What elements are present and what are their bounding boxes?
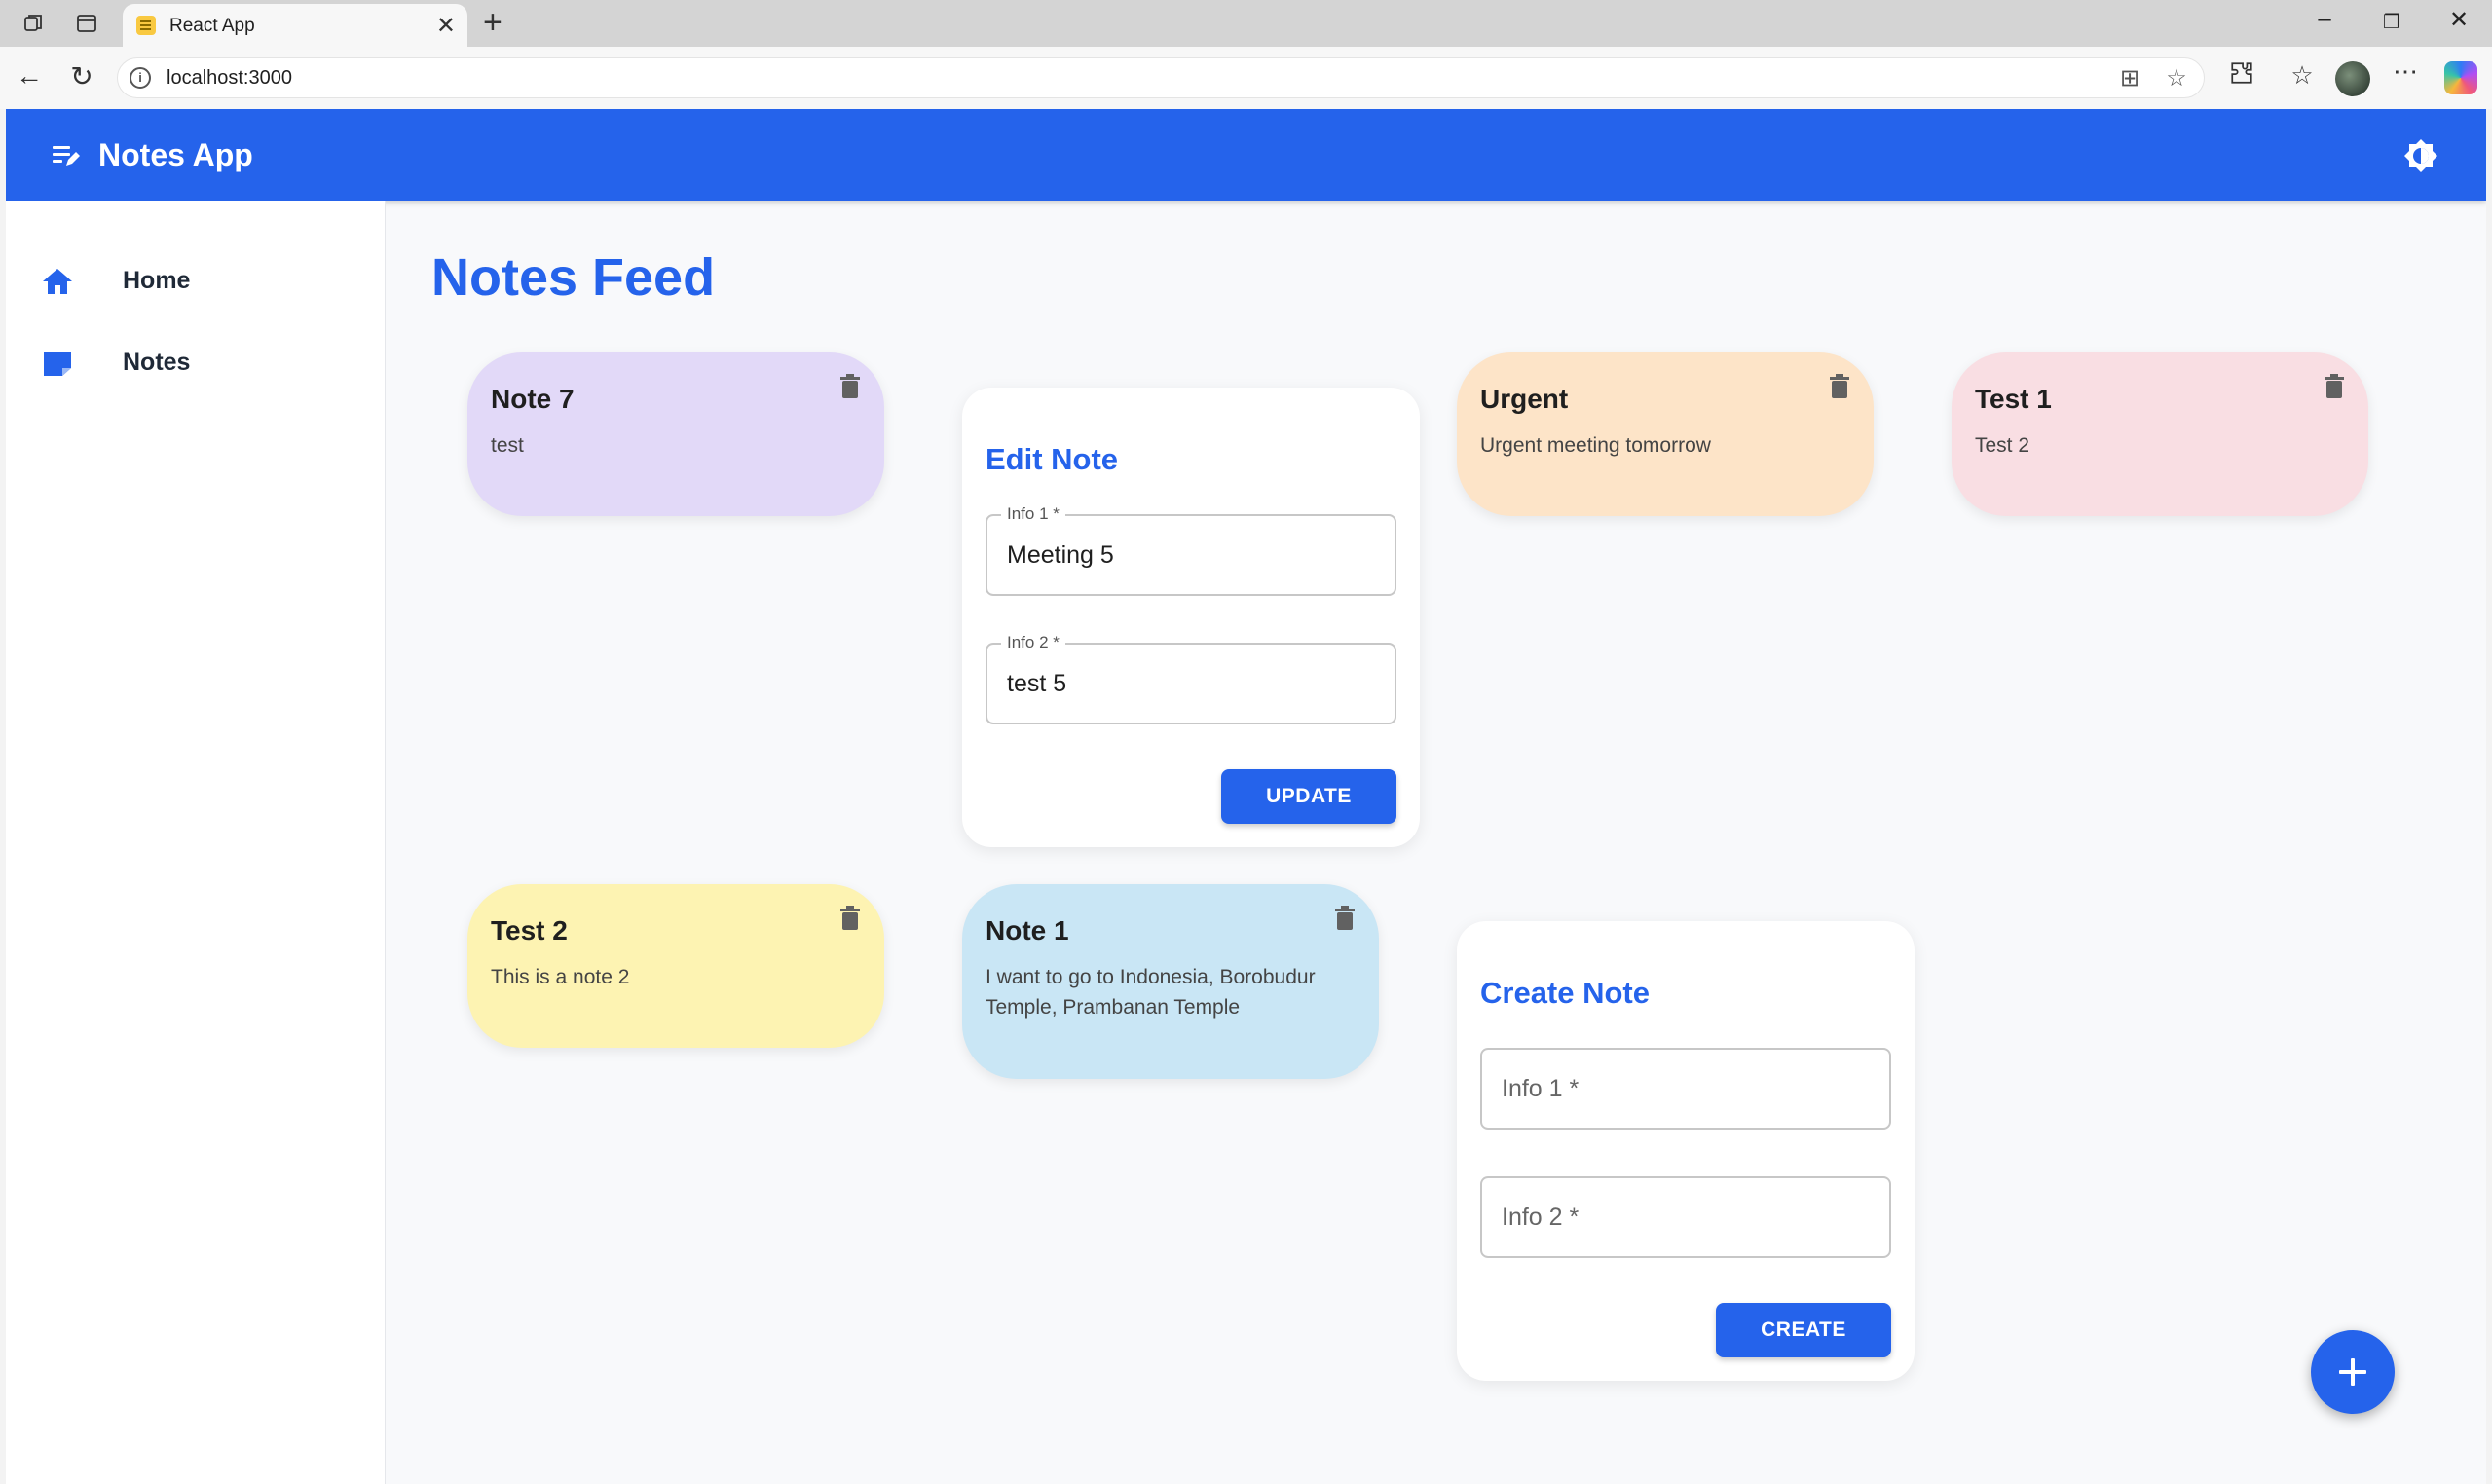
url-text[interactable]: localhost:3000 xyxy=(167,67,292,90)
tab-react-app[interactable]: React App ✕ xyxy=(123,4,467,47)
edit-note-title: Edit Note xyxy=(986,442,1119,476)
note-body: test xyxy=(491,434,524,457)
info2-value[interactable]: test 5 xyxy=(1007,670,1066,698)
notes-menu-icon[interactable] xyxy=(51,142,80,169)
create-note-card: Create Note CREATE xyxy=(1457,921,1915,1381)
note-card[interactable]: Note 7 test xyxy=(467,352,884,516)
tab-title: React App xyxy=(169,16,255,36)
app-title: Notes App xyxy=(98,137,253,172)
info2-input[interactable] xyxy=(1482,1178,1889,1256)
refresh-icon[interactable]: ↻ xyxy=(62,60,101,93)
update-button[interactable]: UPDATE xyxy=(1221,769,1396,824)
site-info-icon[interactable]: i xyxy=(130,67,151,89)
sidebar: Home Notes xyxy=(6,201,386,1484)
create-note-title: Create Note xyxy=(1480,976,1650,1010)
address-bar[interactable]: i localhost:3000 ⊞ ☆ xyxy=(117,57,2205,98)
sidebar-item-notes[interactable]: Notes xyxy=(6,329,386,397)
delete-icon[interactable] xyxy=(839,374,861,399)
delete-icon[interactable] xyxy=(1829,374,1850,399)
sidebar-item-label: Notes xyxy=(123,349,191,376)
delete-icon[interactable] xyxy=(2324,374,2345,399)
info1-field[interactable]: Info 1 * Meeting 5 xyxy=(986,504,1396,596)
sidebar-item-home[interactable]: Home xyxy=(6,247,386,315)
info1-input[interactable] xyxy=(1482,1050,1889,1128)
extensions-icon[interactable] xyxy=(2222,60,2261,93)
note-body: Test 2 xyxy=(1975,434,2030,457)
more-options-icon[interactable]: ⋯ xyxy=(2386,56,2425,87)
delete-icon[interactable] xyxy=(1334,906,1356,931)
edit-note-card: Edit Note Info 1 * Meeting 5 Info 2 * te… xyxy=(962,388,1420,847)
close-tab-icon[interactable]: ✕ xyxy=(436,12,456,40)
note-card[interactable]: Note 1 I want to go to Indonesia, Borobu… xyxy=(962,884,1379,1079)
info2-field[interactable]: Info 2 * test 5 xyxy=(986,633,1396,724)
note-body: Urgent meeting tomorrow xyxy=(1480,434,1711,457)
note-title: Test 1 xyxy=(1975,384,2052,414)
info1-label: Info 1 * xyxy=(1001,504,1065,524)
new-tab-icon[interactable]: + xyxy=(483,4,502,42)
create-button[interactable]: CREATE xyxy=(1716,1303,1891,1357)
note-body: I want to go to Indonesia, Borobudur Tem… xyxy=(986,966,1316,1019)
notes-icon xyxy=(41,349,74,378)
delete-icon[interactable] xyxy=(839,906,861,931)
note-title: Note 1 xyxy=(986,915,1069,946)
note-body: This is a note 2 xyxy=(491,966,630,988)
info2-label: Info 2 * xyxy=(1001,633,1065,652)
note-title: Note 7 xyxy=(491,384,575,414)
main-content: Notes Feed Note 7 test Edit Note Info 1 … xyxy=(386,201,2486,1484)
home-icon xyxy=(41,267,74,296)
page-title: Notes Feed xyxy=(431,248,716,307)
note-title: Test 2 xyxy=(491,915,568,946)
profile-avatar[interactable] xyxy=(2335,61,2370,96)
note-card[interactable]: Urgent Urgent meeting tomorrow xyxy=(1457,352,1874,516)
favorite-star-icon[interactable]: ☆ xyxy=(2159,64,2194,93)
notes-app: Notes App Home Notes Notes Feed Note 7 t… xyxy=(6,109,2486,1484)
back-icon[interactable]: ← xyxy=(10,60,49,92)
copilot-icon[interactable] xyxy=(2444,61,2477,94)
app-available-icon[interactable]: ⊞ xyxy=(2112,64,2147,93)
add-note-button[interactable] xyxy=(2311,1330,2395,1414)
restore-icon[interactable]: ❐ xyxy=(2367,10,2416,34)
info2-field[interactable] xyxy=(1480,1176,1891,1258)
app-bar: Notes App xyxy=(6,109,2486,201)
sidebar-item-label: Home xyxy=(123,267,191,294)
browser-toolbar: ← ↻ i localhost:3000 ⊞ ☆ ☆ ⋯ xyxy=(0,47,2492,109)
close-window-icon[interactable]: ✕ xyxy=(2435,6,2483,34)
note-card[interactable]: Test 2 This is a note 2 xyxy=(467,884,884,1048)
favicon-icon xyxy=(136,16,156,35)
minimize-icon[interactable]: – xyxy=(2300,6,2349,33)
plus-icon xyxy=(2339,1358,2366,1386)
info1-field[interactable] xyxy=(1480,1048,1891,1130)
browser-tabstrip: React App ✕ + – ❐ ✕ xyxy=(0,0,2492,47)
note-card[interactable]: Test 1 Test 2 xyxy=(1952,352,2368,516)
favorites-icon[interactable]: ☆ xyxy=(2283,60,2322,91)
brightness-icon[interactable] xyxy=(2401,136,2440,175)
info1-value[interactable]: Meeting 5 xyxy=(1007,541,1114,570)
note-title: Urgent xyxy=(1480,384,1569,414)
tab-actions-icon[interactable] xyxy=(72,10,101,37)
workspaces-icon[interactable] xyxy=(19,10,49,37)
